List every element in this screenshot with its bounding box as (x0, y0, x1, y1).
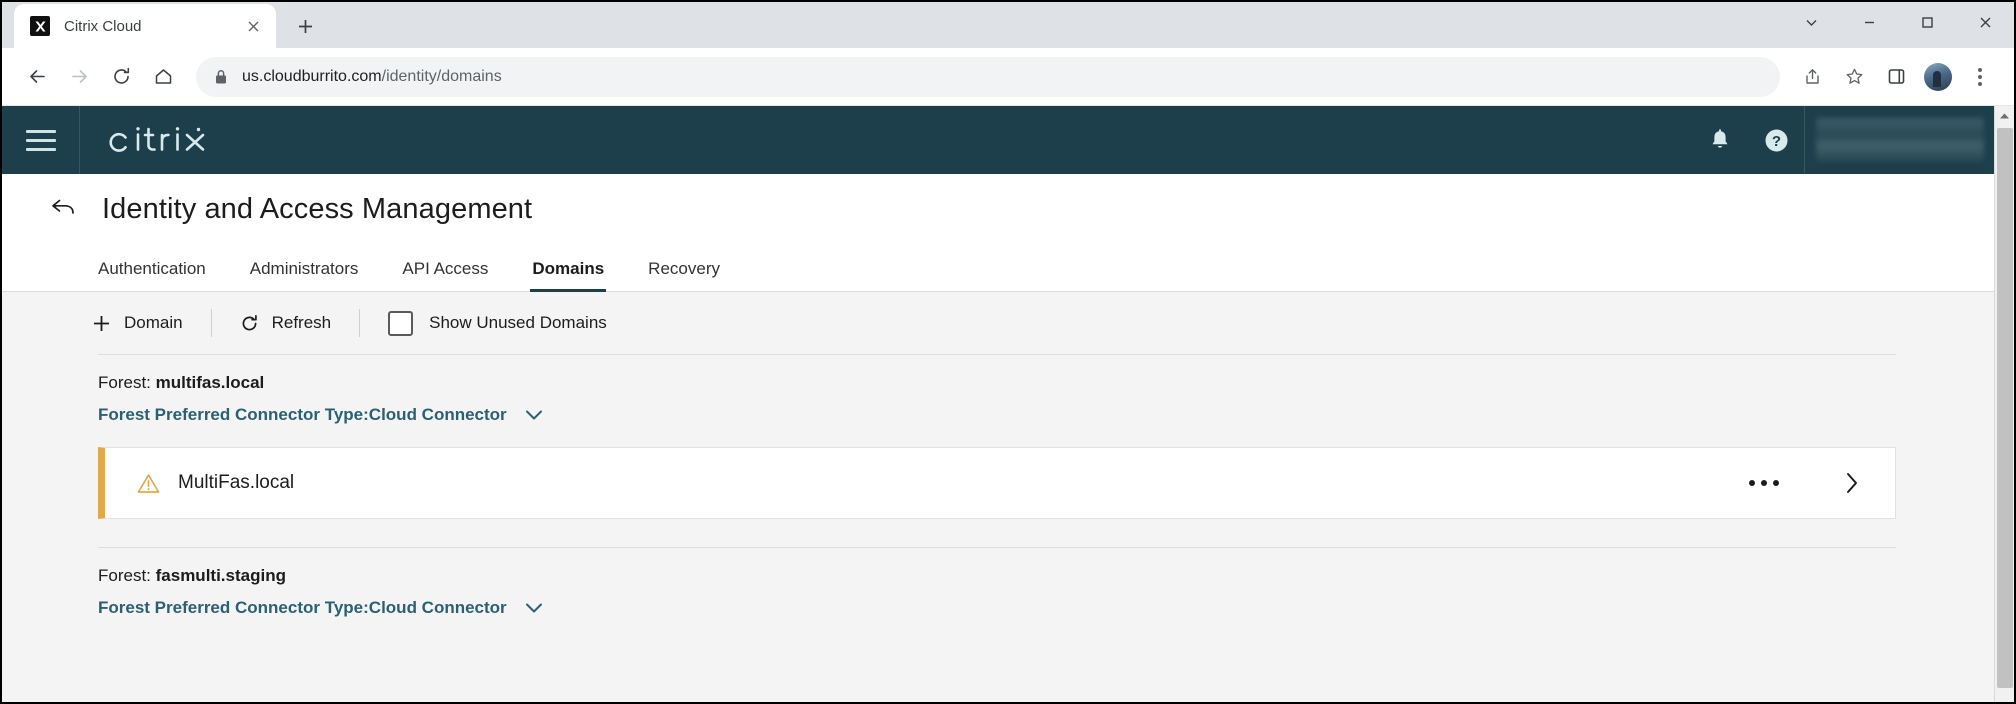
domains-action-bar: Domain Refresh Show Unused Domains (2, 292, 1994, 354)
tab-recovery[interactable]: Recovery (648, 259, 720, 291)
svg-text:?: ? (1771, 133, 1780, 150)
chevron-right-icon[interactable] (1835, 465, 1869, 501)
back-icon[interactable] (16, 56, 58, 98)
forest-connector-type[interactable]: Forest Preferred Connector Type:Cloud Co… (98, 598, 1994, 618)
page-title-row: Identity and Access Management (2, 174, 1994, 244)
citrix-wordmark (109, 127, 205, 152)
show-unused-domains-checkbox[interactable]: Show Unused Domains (388, 310, 607, 336)
page-title: Identity and Access Management (102, 192, 533, 225)
add-domain-label: Domain (124, 313, 183, 332)
profile-avatar[interactable] (1918, 57, 1958, 97)
citrix-logo[interactable] (108, 120, 216, 160)
citrix-app-header: ? (2, 106, 1994, 174)
toolbar-divider-1 (210, 309, 212, 337)
refresh-button[interactable]: Refresh (240, 313, 332, 333)
reload-icon[interactable] (100, 56, 142, 98)
back-arrow-icon[interactable] (46, 192, 80, 226)
account-name-redacted (1815, 118, 1984, 162)
more-menu-dots (1978, 67, 1982, 86)
browser-tab-title: Citrix Cloud (64, 17, 142, 35)
domain-name: MultiFas.local (178, 472, 295, 493)
account-menu[interactable] (1804, 106, 1994, 174)
new-tab-button[interactable] (286, 7, 324, 45)
share-icon[interactable] (1792, 57, 1832, 97)
address-bar[interactable]: us.cloudburrito.com/identity/domains (196, 56, 1780, 97)
forest-prefix: Forest: (98, 373, 156, 392)
forest-name: fasmulti.staging (155, 566, 286, 585)
page-viewport: ? Identity and Access Management Authent… (2, 106, 2014, 702)
url-host: us.cloudburrito.com (242, 67, 382, 85)
toolbar-divider-2 (359, 309, 361, 337)
browser-tab-strip: Citrix Cloud (2, 2, 2014, 48)
citrix-x-favicon (30, 16, 50, 36)
domain-card[interactable]: MultiFas.local (98, 447, 1896, 519)
minimize-icon[interactable] (1840, 2, 1898, 42)
add-domain-button[interactable]: Domain (92, 313, 183, 333)
scroll-up-arrow-icon[interactable] (1995, 106, 2014, 126)
bell-icon[interactable] (1692, 106, 1748, 174)
scrollbar-thumb[interactable] (1997, 128, 2013, 688)
app-header-actions: ? (1692, 106, 1994, 174)
more-menu-icon[interactable] (1960, 57, 2000, 97)
forest-label: Forest: multifas.local (98, 373, 1994, 393)
tab-domains[interactable]: Domains (530, 259, 606, 292)
checkbox-box[interactable] (388, 310, 414, 336)
forest-group: Forest: multifas.local Forest Preferred … (2, 355, 1994, 425)
forest-connector-label: Forest Preferred Connector Type:Cloud Co… (98, 405, 507, 424)
maximize-icon[interactable] (1898, 2, 1956, 42)
home-icon[interactable] (142, 56, 184, 98)
more-horizontal-icon[interactable] (1739, 472, 1789, 494)
warning-triangle-icon (137, 473, 160, 494)
web-page: ? Identity and Access Management Authent… (2, 106, 1994, 702)
forest-prefix: Forest: (98, 566, 156, 585)
forest-label: Forest: fasmulti.staging (98, 566, 1994, 586)
plus-icon (92, 314, 111, 333)
window-close-icon[interactable] (1956, 2, 2014, 42)
tab-administrators[interactable]: Administrators (250, 259, 359, 291)
forward-icon (58, 56, 100, 98)
address-bar-url: us.cloudburrito.com/identity/domains (242, 68, 502, 86)
forest-group: Forest: fasmulti.staging Forest Preferre… (2, 548, 1994, 618)
browser-toolbar: us.cloudburrito.com/identity/domains (2, 48, 2014, 106)
url-path: /identity/domains (381, 67, 502, 85)
hamburger-menu-icon[interactable] (2, 106, 80, 174)
browser-window: Citrix Cloud us.cloudburrito.com/identit… (0, 0, 2016, 704)
forest-connector-type[interactable]: Forest Preferred Connector Type:Cloud Co… (98, 405, 1994, 425)
show-unused-domains-label: Show Unused Domains (429, 313, 607, 332)
forest-name: multifas.local (155, 373, 265, 392)
domain-card-actions (1739, 465, 1869, 501)
tab-api-access[interactable]: API Access (402, 259, 488, 291)
close-icon[interactable] (242, 15, 264, 37)
lock-icon (214, 69, 228, 85)
refresh-icon (240, 314, 259, 333)
side-panel-icon[interactable] (1876, 57, 1916, 97)
window-controls (1782, 2, 2014, 42)
bookmark-star-icon[interactable] (1834, 57, 1874, 97)
tab-authentication[interactable]: Authentication (98, 259, 206, 291)
refresh-label: Refresh (271, 313, 332, 332)
page-scrollbar[interactable] (1994, 106, 2014, 702)
chevron-down-icon (525, 409, 543, 421)
forest-connector-label: Forest Preferred Connector Type:Cloud Co… (98, 598, 507, 617)
chevron-down-icon (525, 602, 543, 614)
page-tabs: Authentication Administrators API Access… (2, 244, 1994, 292)
domains-content: Domain Refresh Show Unused Domains Fores… (2, 292, 1994, 618)
avatar (1924, 62, 1952, 91)
expand-icon[interactable] (1782, 2, 1840, 42)
help-question-icon[interactable]: ? (1748, 106, 1804, 174)
browser-tab[interactable]: Citrix Cloud (14, 4, 276, 48)
